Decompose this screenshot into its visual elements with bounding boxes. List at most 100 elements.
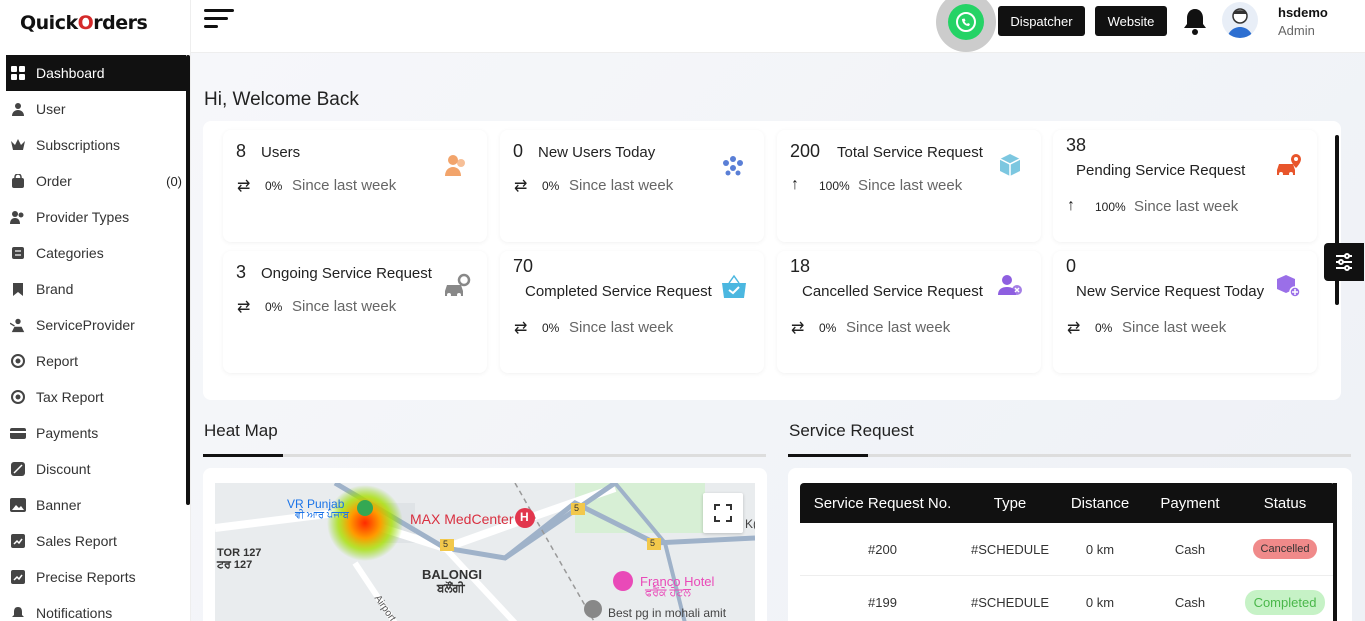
map-label-tor: TOR 127 <box>217 547 262 559</box>
sidebar-item-user[interactable]: User <box>6 91 186 127</box>
report-icon <box>10 353 26 369</box>
heatmap-map[interactable]: VR Punjab ਵੀ ਆਰ ਪੰਜਾਬ MAX MedCenter H TO… <box>215 483 755 621</box>
stat-since: Since last week <box>846 319 951 336</box>
sidebar-item-label: Notifications <box>36 605 113 621</box>
sidebar-item-serviceprovider[interactable]: ServiceProvider <box>6 307 186 343</box>
sidebar-item-categories[interactable]: Categories <box>6 235 186 271</box>
sidebar-scrollbar[interactable] <box>186 55 190 505</box>
request-no: #200 <box>868 541 897 557</box>
hamburger-menu-icon[interactable] <box>204 9 236 33</box>
sidebar-item-label: Categories <box>36 245 104 261</box>
sidebar-item-payments[interactable]: Payments <box>6 415 186 451</box>
cube-icon <box>997 152 1023 178</box>
sidebar-item-label: User <box>36 101 66 117</box>
stat-since: Since last week <box>1134 198 1239 215</box>
sidebar: QuickOrders Dashboard User Subscriptions Or… <box>0 0 191 621</box>
heatmap-title: Heat Map <box>204 421 278 440</box>
request-no: #199 <box>868 594 897 610</box>
sidebar-item-label: Sales Report <box>36 533 117 549</box>
sidebar-item-subscriptions[interactable]: Subscriptions <box>6 127 186 163</box>
users-icon <box>10 209 26 225</box>
table-row[interactable]: #199 #SCHEDULE 0 km Cash Completed <box>800 576 1335 621</box>
whatsapp-icon <box>948 4 984 40</box>
stat-card[interactable]: 38 Pending Service Request ↑ 100% Since last… <box>1053 130 1317 242</box>
sidebar-item-precise-reports[interactable]: Precise Reports <box>6 559 186 595</box>
request-payment: Cash <box>1174 541 1206 557</box>
request-type: #SCHEDULE <box>970 594 1050 610</box>
dispatcher-button[interactable]: Dispatcher <box>998 6 1085 36</box>
stat-card[interactable]: 70 Completed Service Request ⇄ 0% Since last… <box>500 251 764 373</box>
service-request-title: Service Request <box>789 421 914 440</box>
table-scrollbar[interactable] <box>1333 483 1337 621</box>
column-header[interactable]: Status <box>1235 495 1335 512</box>
stat-since: Since last week <box>292 177 397 194</box>
bell-icon <box>10 605 26 621</box>
sidebar-item-dashboard[interactable]: Dashboard <box>6 55 186 91</box>
settings-sliders-button[interactable] <box>1324 243 1364 281</box>
map-label-franco-local: ਫਰੈਂਕੋ ਹੋਟਲ <box>645 587 691 599</box>
users-cancel-icon <box>997 273 1023 299</box>
stat-since: Since last week <box>858 177 963 194</box>
sidebar-item-label: Order <box>36 173 72 189</box>
table-header: Service Request No. Type Distance Payment St… <box>800 483 1335 523</box>
stat-since: Since last week <box>569 177 674 194</box>
map-label-vr-punjab: VR Punjab <box>287 497 345 511</box>
sidebar-item-banner[interactable]: Banner <box>6 487 186 523</box>
request-type: #SCHEDULE <box>970 541 1050 557</box>
app-logo[interactable]: QuickOrders <box>20 12 148 34</box>
service-request-card: Service Request No. Type Distance Payment St… <box>788 468 1352 621</box>
stat-card[interactable]: 3 Ongoing Service Request ⇄ 0% Since last we… <box>223 251 487 373</box>
sidebar-item-label: Discount <box>36 461 91 477</box>
crown-icon <box>10 137 26 153</box>
sidebar-item-label: Payments <box>36 425 99 441</box>
stat-label: New Service Request Today <box>1076 283 1265 300</box>
sidebar-item-provider-types[interactable]: Provider Types <box>6 199 186 235</box>
payments-icon <box>10 425 26 441</box>
sidebar-menu: Dashboard User Subscriptions Order (0) Provid… <box>6 55 186 621</box>
sidebar-item-discount[interactable]: Discount <box>6 451 186 487</box>
map-road-5-a: 5 <box>443 539 449 549</box>
sidebar-item-order[interactable]: Order (0) <box>6 163 186 199</box>
sidebar-item-label: Banner <box>36 497 82 513</box>
stat-label: Completed Service Request <box>525 283 712 300</box>
stat-percent: 0% <box>265 300 283 314</box>
stat-card[interactable]: 200 Total Service Request ↑ 100% Since last … <box>777 130 1041 242</box>
sidebar-item-notifications[interactable]: Notifications <box>6 595 186 621</box>
tax-report-icon <box>10 389 26 405</box>
stat-since: Since last week <box>292 298 397 315</box>
column-header[interactable]: Service Request No. <box>800 495 965 512</box>
swap-arrows-icon: ⇄ <box>1067 320 1081 337</box>
column-header[interactable]: Type <box>965 495 1055 512</box>
status-badge: Cancelled <box>1252 539 1318 559</box>
notification-bell-icon[interactable] <box>1182 6 1208 36</box>
sidebar-item-sales-report[interactable]: Sales Report <box>6 523 186 559</box>
group-icon <box>720 152 746 178</box>
precise-chart-icon <box>10 569 26 585</box>
sidebar-item-report[interactable]: Report <box>6 343 186 379</box>
map-fullscreen-button[interactable] <box>703 493 743 533</box>
column-header[interactable]: Distance <box>1055 495 1145 512</box>
basket-check-icon <box>720 273 746 299</box>
column-header[interactable]: Payment <box>1145 495 1235 512</box>
stat-value: 200 <box>790 141 821 161</box>
fullscreen-icon <box>714 504 732 522</box>
stat-value: 3 <box>236 262 247 282</box>
map-label-balongi: BALONGI <box>422 567 482 582</box>
table-row[interactable]: #200 #SCHEDULE 0 km Cash Cancelled <box>800 523 1335 576</box>
stat-card[interactable]: 0 New Service Request Today ⇄ 0% Since last … <box>1053 251 1317 373</box>
stat-card[interactable]: 8 Users ⇄ 0% Since last week <box>223 130 487 242</box>
stat-card[interactable]: 18 Cancelled Service Request ⇄ 0% Since last… <box>777 251 1041 373</box>
user-avatar[interactable] <box>1222 2 1258 38</box>
stat-value: 38 <box>1066 135 1087 155</box>
sidebar-item-brand[interactable]: Brand <box>6 271 186 307</box>
stat-since: Since last week <box>569 319 674 336</box>
whatsapp-button[interactable] <box>936 0 996 52</box>
arrow-up-icon: ↑ <box>791 176 799 193</box>
car-pin-icon <box>1275 152 1301 178</box>
stat-card[interactable]: 0 New Users Today ⇄ 0% Since last week <box>500 130 764 242</box>
map-road-5-c: 5 <box>650 538 656 548</box>
sidebar-item-tax-report[interactable]: Tax Report <box>6 379 186 415</box>
service-request-underline <box>788 454 1351 457</box>
discount-icon <box>10 461 26 477</box>
website-button[interactable]: Website <box>1095 6 1167 36</box>
